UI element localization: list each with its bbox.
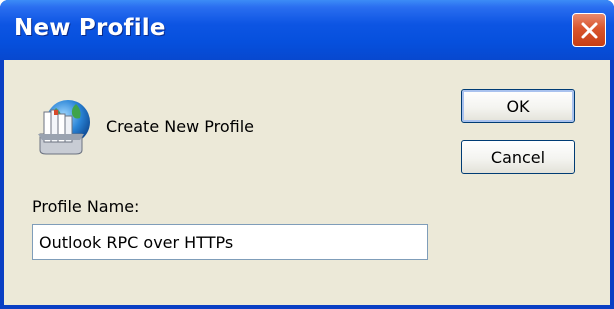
window-title: New Profile (14, 15, 166, 41)
create-new-profile-heading: Create New Profile (106, 117, 254, 136)
ok-button[interactable]: OK (461, 89, 575, 123)
close-icon (581, 22, 598, 39)
cancel-button[interactable]: Cancel (461, 140, 575, 174)
title-bar[interactable]: New Profile (0, 0, 614, 60)
dialog-body: Create New Profile OK Cancel Profile Nam… (4, 60, 610, 305)
new-profile-dialog: New Profile Create New Profile OK Cancel… (0, 0, 614, 309)
mail-profile-icon (38, 100, 90, 155)
profile-name-input[interactable] (32, 224, 428, 260)
profile-name-label: Profile Name: (32, 197, 140, 216)
close-button[interactable] (572, 13, 606, 47)
